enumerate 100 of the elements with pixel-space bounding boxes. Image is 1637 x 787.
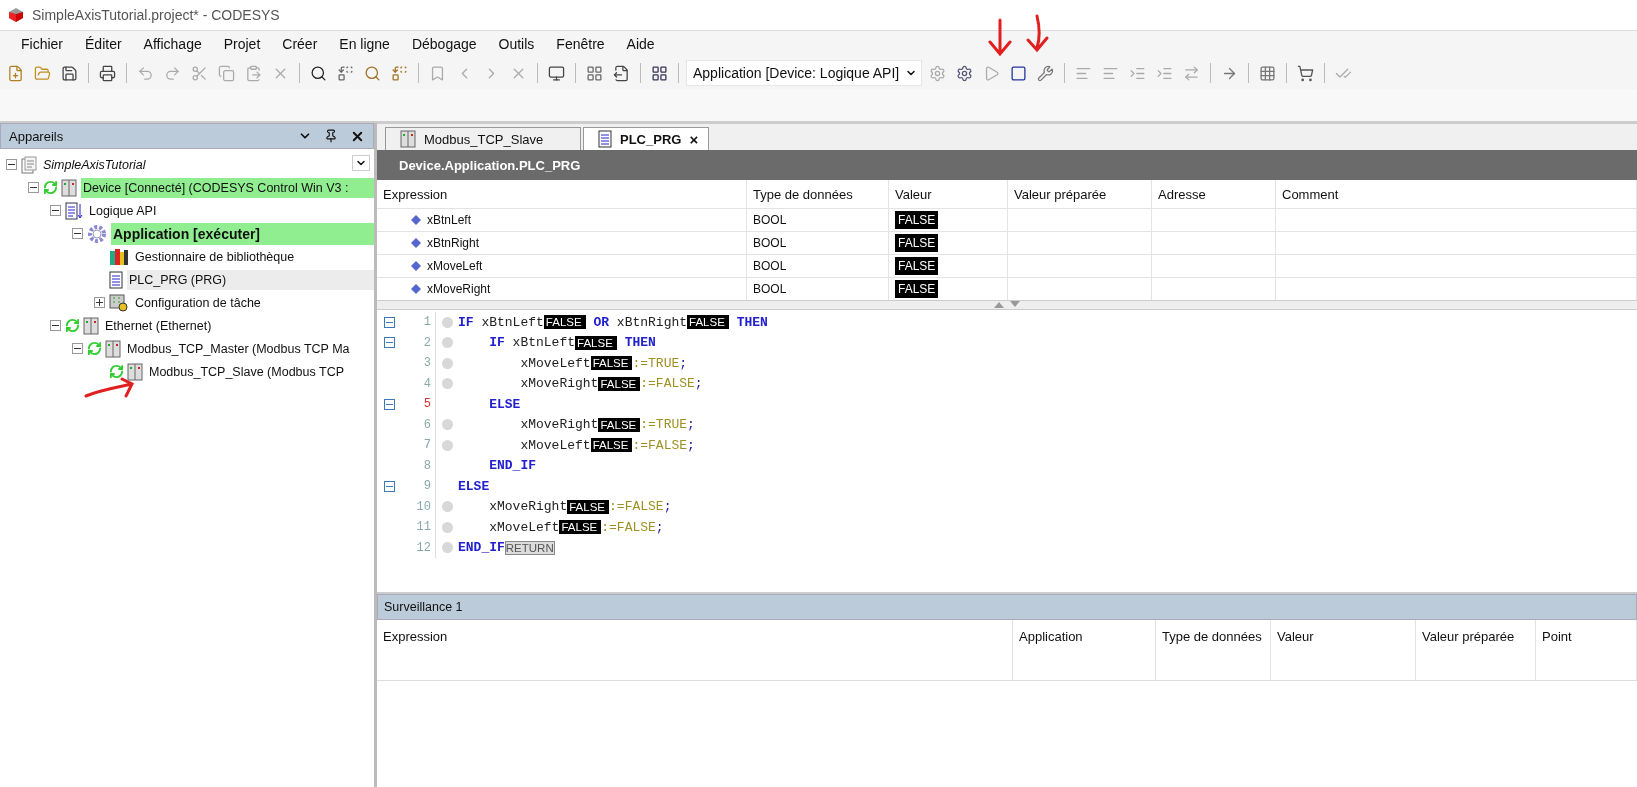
editor-tab[interactable]: PLC_PRG × (583, 127, 710, 150)
column-header: Valeur préparée (1008, 180, 1152, 208)
value-badge: FALSE (567, 499, 610, 514)
collapse-toggle[interactable] (72, 343, 83, 354)
dropdown-button[interactable] (352, 155, 370, 171)
line-number: 6 (401, 414, 436, 435)
tree-item[interactable]: Logique API (87, 200, 374, 221)
column-header: Type de données (1156, 620, 1271, 652)
breakpoint-marker[interactable] (441, 419, 453, 431)
breakpoint-marker[interactable] (441, 521, 453, 533)
tree-item[interactable]: Modbus_TCP_Master (Modbus TCP Ma (125, 338, 374, 359)
table-cell: BOOL (747, 254, 889, 277)
column-header: Valeur (889, 180, 1008, 208)
tree-item[interactable]: Gestionnaire de bibliothèque (133, 246, 374, 267)
collapse-toggle[interactable] (50, 320, 61, 331)
collapse-toggle[interactable] (28, 182, 39, 193)
column-header: Application (1013, 620, 1156, 652)
device-icon (61, 178, 77, 197)
fold-toggle-icon[interactable] (383, 337, 395, 349)
expand-toggle[interactable] (94, 297, 105, 308)
column-header: Comment (1276, 180, 1637, 208)
breakpoint-marker[interactable] (441, 439, 453, 451)
menu-item[interactable]: Fichier (10, 36, 74, 52)
variable-icon (411, 215, 421, 225)
menu-item[interactable]: Outils (487, 36, 546, 52)
code-token: END_IF (458, 540, 505, 556)
pin-icon[interactable] (324, 129, 338, 143)
variable-icon (411, 238, 421, 248)
task-config-icon (109, 293, 129, 312)
editor-path: Device.Application.PLC_PRG (399, 157, 581, 173)
breakpoint-marker[interactable] (441, 378, 453, 390)
breakpoint-marker[interactable] (441, 501, 453, 513)
line-number: 12 (401, 537, 436, 558)
fold-toggle-icon[interactable] (383, 480, 395, 492)
code-token: ; (663, 499, 672, 515)
menu-item[interactable]: Débogage (400, 36, 488, 52)
menu-item[interactable]: Créer (271, 36, 329, 52)
value-badge: FALSE (590, 356, 633, 371)
tree-item[interactable]: Configuration de tâche (133, 292, 374, 313)
menu-item[interactable]: Fenêtre (545, 36, 616, 52)
panel-title: Surveillance 1 (384, 600, 463, 614)
document-icon (598, 130, 612, 148)
gear-icon (87, 223, 107, 244)
code-token: ; (655, 519, 664, 535)
breakpoint-marker[interactable] (441, 357, 453, 369)
code-token: IF (458, 314, 474, 330)
code-token: FALSE (624, 499, 664, 515)
annotation-arrow (986, 18, 1012, 58)
plc-logic-icon (65, 201, 83, 220)
value-badge: RETURN (504, 540, 555, 555)
variable-icon (411, 261, 421, 271)
line-number: 5 (401, 394, 436, 415)
column-header: Type de données (747, 180, 889, 208)
variable-icon (411, 284, 421, 294)
project-document-icon (21, 155, 37, 174)
column-header: Valeur préparée (1416, 620, 1536, 652)
breakpoint-marker[interactable] (441, 337, 453, 349)
collapse-toggle[interactable] (6, 159, 17, 170)
code-token: TRUE (648, 355, 680, 371)
fold-toggle-icon[interactable] (383, 316, 395, 328)
device-icon (83, 316, 99, 335)
line-number: 7 (401, 435, 436, 456)
code-token: ; (679, 355, 688, 371)
menu-item[interactable]: Affichage (132, 36, 213, 52)
variable-name: xMoveRight (427, 282, 491, 296)
splitter-arrows-icon[interactable] (992, 301, 1022, 308)
code-token: ; (687, 437, 695, 453)
breakpoint-marker[interactable] (441, 316, 453, 328)
close-tab-icon[interactable]: × (689, 130, 699, 148)
code-token: xBtnRight (616, 314, 688, 330)
code-token: xMoveRight (520, 417, 599, 433)
collapse-toggle[interactable] (50, 205, 61, 216)
panel-title: Appareils (9, 128, 65, 144)
line-number: 11 (401, 517, 436, 538)
code-token: xMoveRight (520, 376, 599, 392)
tree-item[interactable]: SimpleAxisTutorial (41, 154, 374, 175)
device-icon (127, 362, 143, 381)
application-dropdown[interactable]: Application [Device: Logique API] (686, 60, 923, 86)
value-badge: FALSE (687, 315, 729, 330)
menu-item[interactable]: En ligne (328, 36, 401, 52)
fold-toggle-icon[interactable] (383, 398, 395, 410)
tree-item[interactable]: Modbus_TCP_Slave (Modbus TCP (147, 361, 374, 382)
collapse-toggle[interactable] (72, 228, 83, 239)
editor-tab[interactable]: Modbus_TCP_Slave (385, 127, 581, 150)
breakpoint-marker[interactable] (441, 542, 453, 554)
menu-item[interactable]: Projet (212, 36, 272, 52)
code-token: THEN (624, 335, 656, 351)
menu-item[interactable]: Aide (615, 36, 666, 52)
value-badge: FALSE (895, 234, 939, 252)
code-token: THEN (736, 314, 768, 330)
menu-item[interactable]: Éditer (74, 36, 133, 52)
code-token: xMoveLeft (489, 519, 560, 535)
code-token: FALSE (616, 519, 656, 535)
line-number: 8 (401, 455, 436, 476)
annotation-arrow (1025, 14, 1051, 54)
tree-item[interactable]: PLC_PRG (PRG) (127, 269, 374, 290)
tree-item[interactable]: Device [Connecté] (CODESYS Control Win V3 : (81, 177, 374, 198)
value-badge: FALSE (559, 520, 602, 535)
tree-item[interactable]: Ethernet (Ethernet) (103, 315, 374, 336)
tree-item[interactable]: Application [exécuter] (111, 222, 374, 245)
